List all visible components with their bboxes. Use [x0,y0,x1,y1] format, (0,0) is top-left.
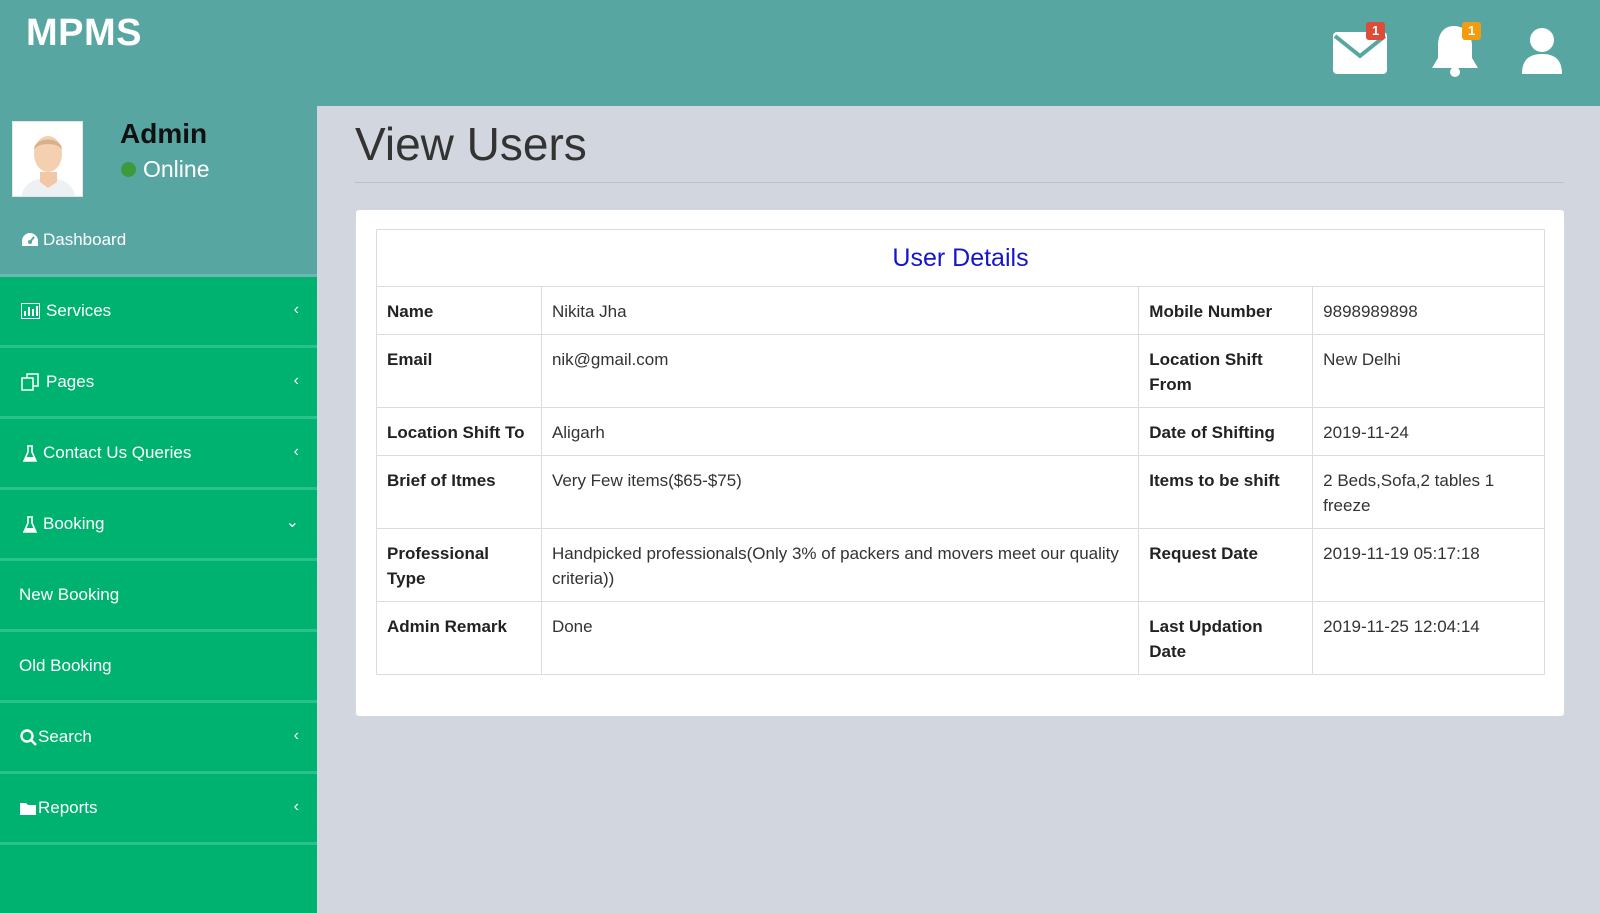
sidebar-item-label: Old Booking [19,656,112,675]
field-value: nik@gmail.com [540,334,1140,408]
sidebar-item-pages[interactable]: Pages ‹ [0,348,317,419]
table-row: Admin Remark Done Last Updation Date 201… [376,601,1545,675]
folder-icon [18,798,38,818]
table-row: Name Nikita Jha Mobile Number 9898989898 [376,286,1545,335]
field-label: Last Updation Date [1138,601,1314,675]
field-label: Location Shift To [376,407,542,456]
field-label: Mobile Number [1138,286,1314,335]
sidebar-item-new-booking[interactable]: New Booking [0,561,317,632]
field-value: Nikita Jha [540,286,1140,335]
table-row: Brief of Itmes Very Few items($65-$75) I… [376,455,1545,529]
sidebar-item-booking[interactable]: Booking ⌄ [0,490,317,561]
sidebar-item-label: Pages [46,372,95,391]
field-value: 2019-11-19 05:17:18 [1312,528,1545,602]
field-value: New Delhi [1312,334,1545,408]
search-icon [18,727,38,747]
table-row: Location Shift To Aligarh Date of Shifti… [376,407,1545,456]
notifications-count-badge: 1 [1462,22,1482,40]
copy-icon [20,372,40,392]
page-title: View Users [355,118,587,170]
sidebar-item-label: Reports [38,798,98,817]
field-label: Location Shift From [1138,334,1314,408]
sidebar-item-dashboard[interactable]: Dashboard [0,206,317,277]
sidebar-item-contact-us-queries[interactable]: Contact Us Queries ‹ [0,419,317,490]
user-status-label: Online [143,156,210,182]
sidebar-item-old-booking[interactable]: Old Booking [0,632,317,703]
sidebar-item-search[interactable]: Search ‹ [0,703,317,774]
sidebar-item-services[interactable]: Services ‹ [0,277,317,348]
chevron-left-icon: ‹ [293,301,299,318]
bar-chart-icon [20,301,40,321]
field-label: Request Date [1138,528,1314,602]
field-label: Admin Remark [376,601,542,675]
chevron-left-icon: ‹ [293,798,299,815]
chevron-left-icon: ‹ [293,443,299,460]
sidebar-item-label: Booking [43,514,105,533]
online-status-icon [121,162,136,177]
field-value: 9898989898 [1312,286,1545,335]
field-label: Professional Type [376,528,542,602]
user-menu-button[interactable] [1520,26,1566,76]
field-value: 2019-11-25 12:04:14 [1312,601,1545,675]
sidebar-item-label: Services [46,301,112,320]
sidebar-item-reports[interactable]: Reports ‹ [0,774,317,845]
table-row: Email nik@gmail.com Location Shift From … [376,334,1545,408]
user-details-box: User Details Name Nikita Jha Mobile Numb… [356,210,1564,716]
table-row: Professional Type Handpicked professiona… [376,528,1545,602]
title-divider [355,182,1564,183]
field-label: Items to be shift [1138,455,1314,529]
dashboard-icon [20,230,40,250]
flask-icon [20,443,40,463]
user-status: Online [121,156,209,183]
field-label: Date of Shifting [1138,407,1314,456]
sidebar-item-label: Dashboard [43,230,127,249]
table-caption: User Details [376,229,1545,287]
brand-logo[interactable]: MPMS [26,12,142,55]
field-value: 2019-11-24 [1312,407,1545,456]
field-label: Email [376,334,542,408]
sidebar-item-label: New Booking [19,585,120,604]
sidebar-item-label: Search [38,727,92,746]
sidebar: Admin Online Dashboard Services ‹ Pages … [0,106,317,913]
chevron-left-icon: ‹ [293,372,299,389]
table-caption-row: User Details [376,229,1545,287]
notifications-button[interactable]: 1 [1428,22,1484,78]
field-value: 2 Beds,Sofa,2 tables 1 freeze [1312,455,1545,529]
field-value: Done [540,601,1140,675]
chevron-left-icon: ‹ [293,727,299,744]
chevron-down-icon: ⌄ [285,514,299,531]
messages-button[interactable]: 1 [1332,22,1392,76]
user-panel: Admin Online [0,106,317,206]
user-details-table: User Details Name Nikita Jha Mobile Numb… [376,229,1545,675]
field-value: Aligarh [540,407,1140,456]
avatar [12,121,83,197]
user-name: Admin [120,118,208,149]
field-value: Very Few items($65-$75) [540,455,1140,529]
field-label: Name [376,286,542,335]
sidebar-item-label: Contact Us Queries [43,443,192,462]
flask-icon [20,514,40,534]
field-label: Brief of Itmes [376,455,542,529]
field-value: Handpicked professionals(Only 3% of pack… [540,528,1140,602]
user-icon [1522,28,1562,74]
top-navbar: MPMS 1 1 [0,0,1600,106]
messages-count-badge: 1 [1366,22,1386,40]
